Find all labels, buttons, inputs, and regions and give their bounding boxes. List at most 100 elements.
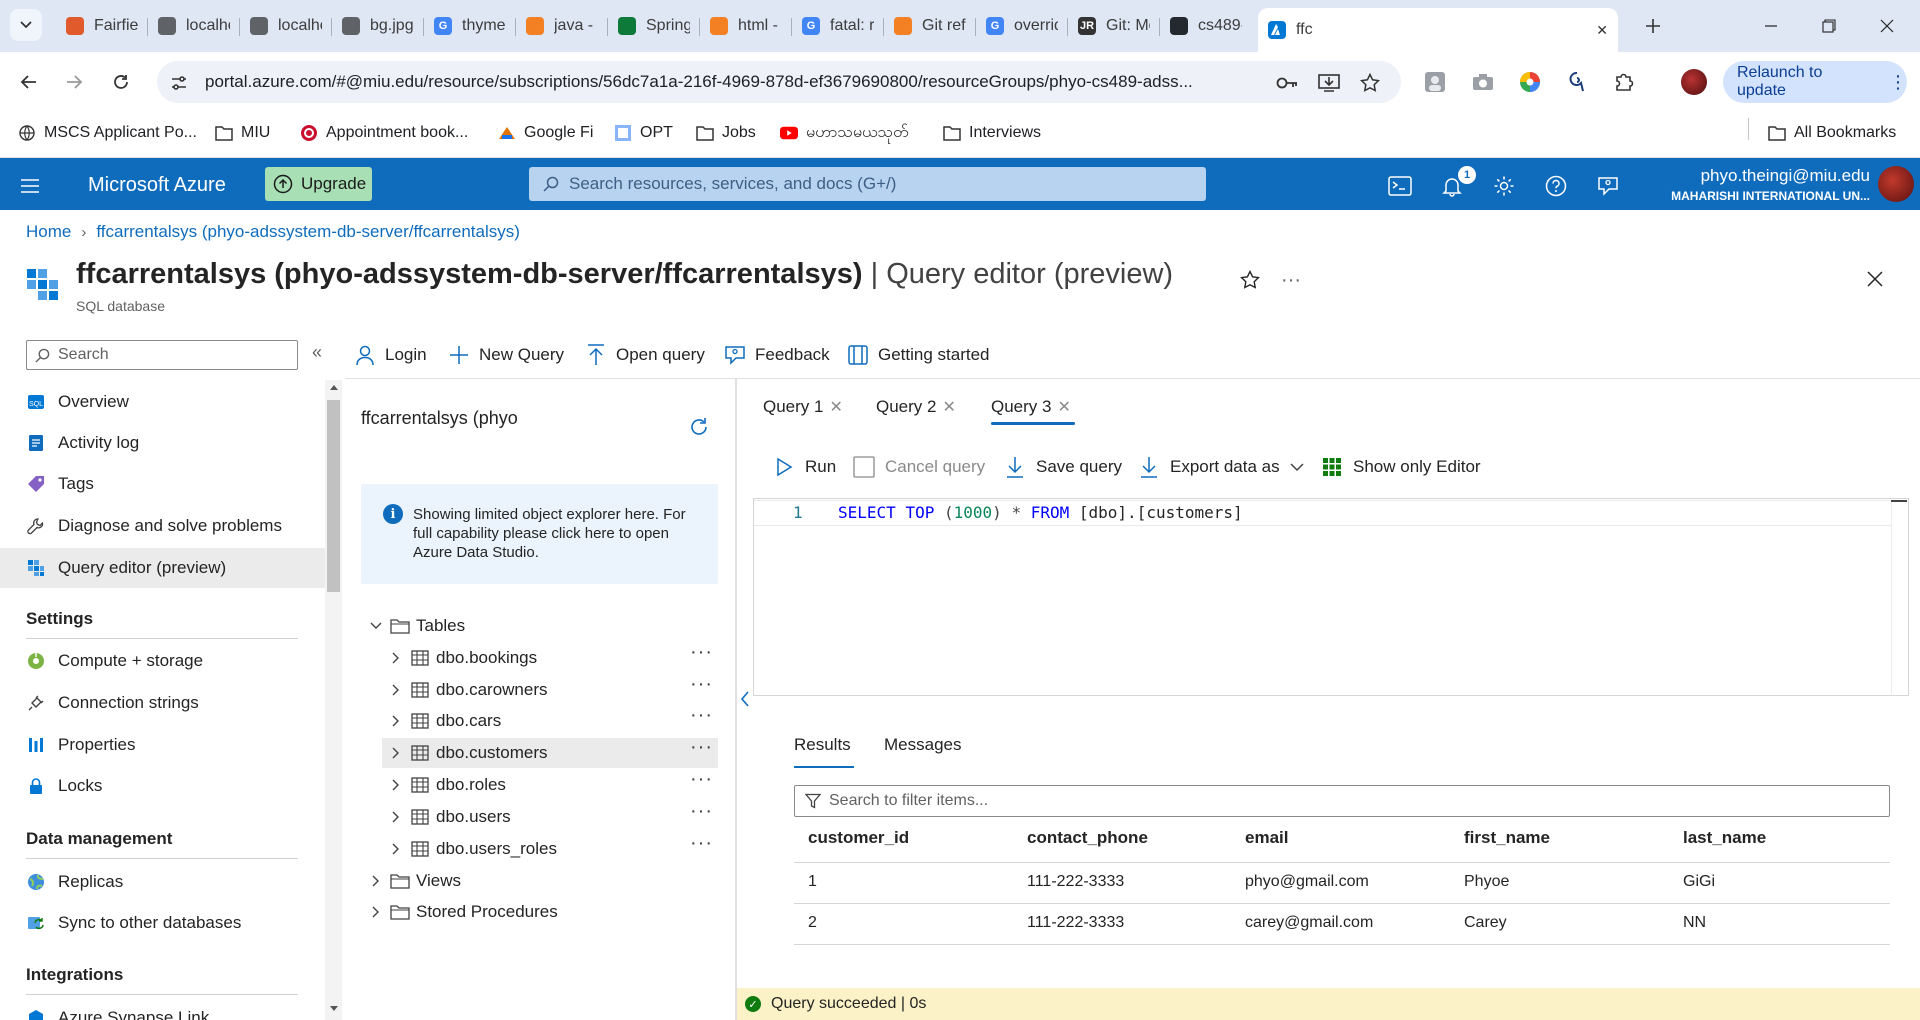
editor-scrollbar[interactable] [1891,500,1907,694]
user-directory[interactable]: MAHARISHI INTERNATIONAL UN... [1600,189,1870,203]
column-header[interactable]: last_name [1683,828,1766,848]
tree-table-item[interactable]: dbo.carowners [382,675,718,705]
breadcrumb-current[interactable]: ffcarrentalsys (phyo-adssystem-db-server… [96,222,520,242]
browser-tab[interactable]: cs489- [1160,10,1252,42]
table-cell[interactable]: 1 [808,873,817,891]
azure-brand[interactable]: Microsoft Azure [88,174,226,197]
browser-tab-active[interactable]: ffc ✕ [1258,8,1618,52]
chevron-right-icon[interactable] [388,682,404,698]
table-more-button[interactable]: ··· [690,768,713,791]
extension-swirl-icon[interactable] [1563,68,1591,96]
refresh-button[interactable] [686,414,712,440]
table-cell[interactable]: carey@gmail.com [1245,914,1373,932]
favorite-button[interactable] [1236,266,1264,294]
new-tab-button[interactable] [1630,10,1676,42]
scroll-up-icon[interactable] [329,383,339,391]
close-icon[interactable]: ✕ [942,397,955,417]
tree-table-item[interactable]: dbo.users_roles [382,834,718,864]
restore-button[interactable] [1806,10,1852,42]
show-only-editor-button[interactable]: Show only Editor [1321,452,1481,482]
cloud-shell-button[interactable] [1384,170,1416,202]
bookmark-item[interactable]: Google Fi [498,120,593,146]
bookmark-item[interactable]: MIU [215,120,270,146]
browser-tab[interactable]: localhost [148,10,240,42]
run-button[interactable]: Run [773,452,836,482]
chevron-right-icon[interactable] [368,904,384,920]
collapse-explorer-button[interactable] [738,688,752,710]
export-data-dropdown[interactable]: Export data as [1138,452,1304,482]
sidebar-item-diagnose-and-solve-problems[interactable]: Diagnose and solve problems [0,506,325,546]
url-text[interactable]: portal.azure.com/#@miu.edu/resource/subs… [205,72,1265,92]
table-cell[interactable]: 2 [808,914,817,932]
sidebar-item-azure-synapse-link[interactable]: Azure Synapse Link [0,998,325,1020]
table-cell[interactable]: Carey [1464,914,1507,932]
column-header[interactable]: contact_phone [1027,828,1148,848]
tab-messages[interactable]: Messages [884,735,961,755]
tree-table-item[interactable]: dbo.customers [382,738,718,768]
tab-close-icon[interactable]: ✕ [1596,22,1608,39]
browser-tab[interactable]: JR Git: Mo [1068,10,1160,42]
table-cell[interactable]: 111-222-3333 [1027,914,1124,932]
table-more-button[interactable]: ··· [690,800,713,823]
column-header[interactable]: customer_id [808,828,909,848]
nav-scroll-thumb[interactable] [327,400,340,592]
new-query-button[interactable]: New Query [447,340,564,370]
chevron-right-icon[interactable] [368,873,384,889]
chevron-right-icon[interactable] [388,809,404,825]
save-query-button[interactable]: Save query [1004,452,1122,482]
back-button[interactable] [13,66,45,98]
open-query-button[interactable]: Open query [584,340,705,370]
reload-button[interactable] [105,66,137,98]
avatar[interactable] [1878,166,1914,202]
install-app-icon[interactable] [1316,70,1342,96]
chevron-right-icon[interactable] [388,650,404,666]
nav-search-input[interactable]: Search [26,340,298,370]
sidebar-item-connection-strings[interactable]: Connection strings [0,683,325,723]
sidebar-item-tags[interactable]: Tags [0,464,325,504]
user-email[interactable]: phyo.theingi@miu.edu [1600,166,1870,186]
bookmark-item[interactable]: မဟာသမယသုတ် [780,120,909,146]
chevron-right-icon[interactable] [388,713,404,729]
browser-tab[interactable]: Gfatal: re [792,10,884,42]
azure-search-box[interactable]: Search resources, services, and docs (G+… [529,167,1206,201]
tree-table-item[interactable]: dbo.cars [382,706,718,736]
browser-tab[interactable]: bg.jpg [332,10,424,42]
tree-table-item[interactable]: dbo.users [382,802,718,832]
table-cell[interactable]: GiGi [1683,873,1715,891]
table-more-button[interactable]: ··· [690,641,713,664]
table-cell[interactable]: phyo@gmail.com [1245,873,1369,891]
info-text[interactable]: Showing limited object explorer here. Fo… [413,505,703,562]
window-close-button[interactable] [1864,10,1910,42]
tab-results[interactable]: Results [794,735,851,755]
table-more-button[interactable]: ··· [690,832,713,855]
profile-ext-icon[interactable] [1421,68,1449,96]
cancel-query-button[interactable]: Cancel query [853,452,985,482]
table-more-button[interactable]: ··· [690,736,713,759]
code-editor[interactable] [753,498,1909,696]
color-wheel-icon[interactable] [1516,68,1544,96]
upgrade-button[interactable]: Upgrade [265,167,372,201]
table-cell[interactable]: NN [1683,914,1706,932]
bookmark-item[interactable]: OPT [614,120,673,146]
tab-query[interactable]: Query 2 ✕ [876,392,956,422]
minimize-button[interactable] [1748,10,1794,42]
tree-table-item[interactable]: dbo.roles [382,770,718,800]
column-header[interactable]: first_name [1464,828,1550,848]
browser-tab[interactable]: Spring [608,10,700,42]
tab-search-button[interactable] [10,9,42,41]
tab-query[interactable]: Query 3 ✕ [991,392,1071,422]
profile-avatar-icon[interactable] [1680,68,1708,96]
camera-icon[interactable] [1469,68,1497,96]
portal-menu-button[interactable] [14,170,46,202]
browser-tab[interactable]: java - H [516,10,608,42]
sidebar-item-compute-storage[interactable]: Compute + storage [0,641,325,681]
bookmark-item[interactable]: MSCS Applicant Po... [18,120,197,146]
close-icon[interactable]: ✕ [1057,397,1070,417]
bookmark-item[interactable]: Appointment book... [300,120,468,146]
close-icon[interactable]: ✕ [829,397,842,417]
site-info-icon[interactable] [166,70,192,96]
table-more-button[interactable]: ··· [690,704,713,727]
more-actions-button[interactable]: ··· [1277,266,1305,294]
bookmark-star-icon[interactable] [1357,70,1383,96]
tree-folder-tables[interactable]: Tables [362,611,718,641]
